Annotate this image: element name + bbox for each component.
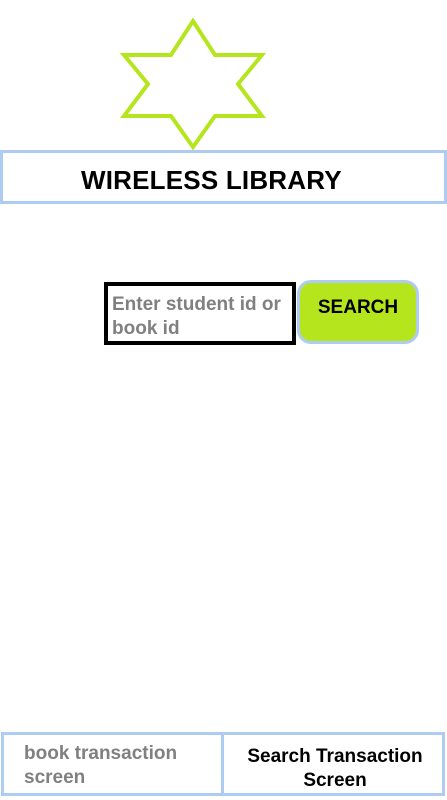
- header-bar: WIRELESS LIBRARY: [0, 150, 447, 204]
- search-input[interactable]: [104, 282, 296, 345]
- search-button[interactable]: SEARCH: [297, 280, 419, 344]
- star-logo-icon: [120, 18, 266, 150]
- tab-search-transaction[interactable]: Search Transaction Screen: [221, 732, 445, 796]
- bottom-tab-bar: book transaction screen Search Transacti…: [0, 732, 447, 796]
- tab-book-transaction-label: book transaction screen: [24, 743, 178, 788]
- tab-search-transaction-label: Search Transaction Screen: [247, 746, 423, 791]
- tab-book-transaction[interactable]: book transaction screen: [1, 732, 224, 796]
- app-title: WIRELESS LIBRARY: [81, 165, 342, 195]
